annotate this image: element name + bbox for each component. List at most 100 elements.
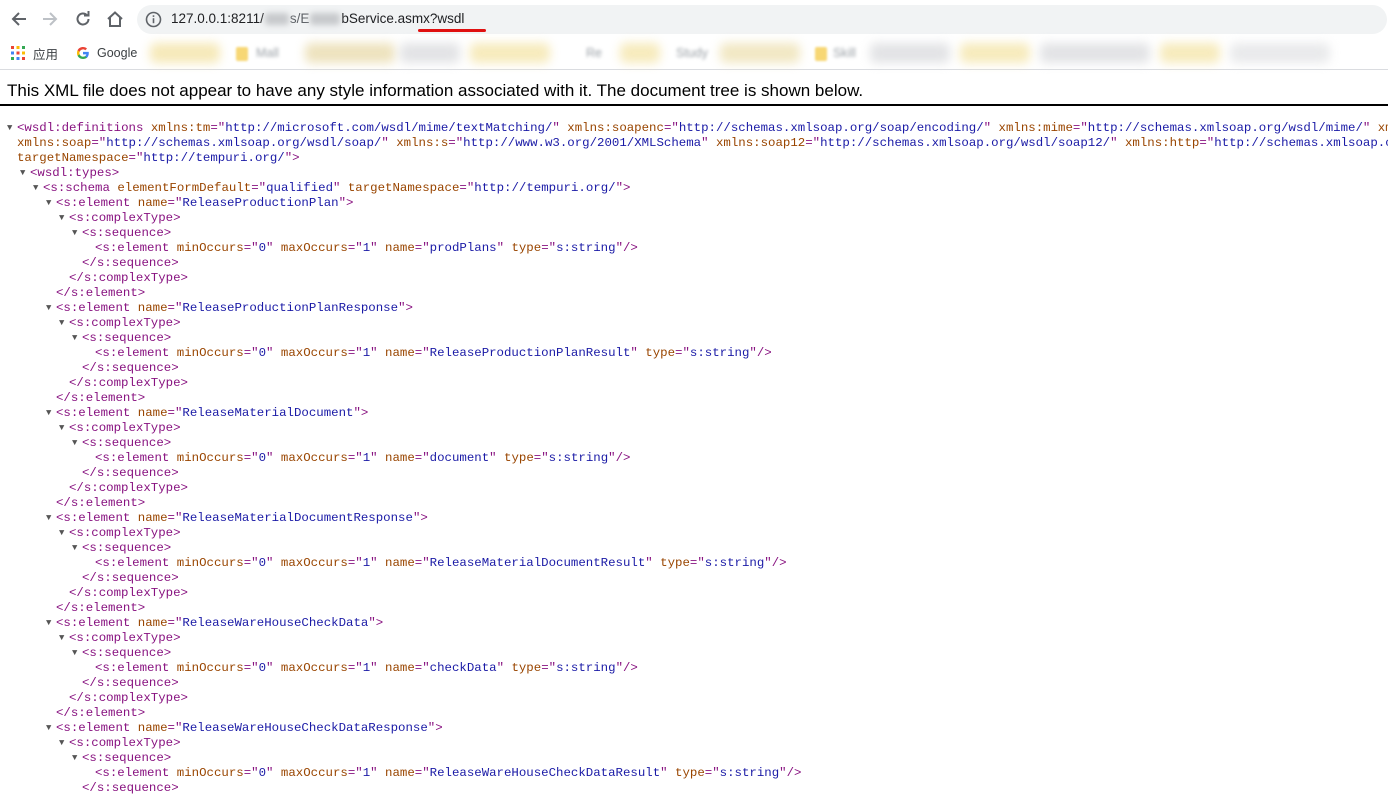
xml-punct: " xyxy=(353,406,361,420)
xml-attr-name: name xyxy=(385,766,415,780)
xml-punct: =" xyxy=(414,766,430,780)
xml-line-content: <s:complexType> xyxy=(69,631,181,646)
collapse-triangle-icon[interactable]: ▼ xyxy=(72,646,77,661)
xml-line: </s:element> xyxy=(0,391,1388,406)
url-host: 127.0.0.1:8211/ xyxy=(171,11,264,26)
collapse-triangle-icon[interactable]: ▼ xyxy=(46,301,51,316)
redacted-bookmark xyxy=(1040,43,1150,63)
xml-line: <s:element minOccurs="0" maxOccurs="1" n… xyxy=(0,451,1388,466)
xml-line: ▼ <s:sequence> xyxy=(0,436,1388,451)
xml-line-content: <s:sequence> xyxy=(82,436,171,451)
collapse-triangle-icon[interactable]: ▼ xyxy=(46,196,51,211)
bookmark-apps[interactable]: 应用 xyxy=(11,42,58,64)
xml-line-content: </s:sequence> xyxy=(82,676,179,691)
bookmark-partial-2[interactable]: Re xyxy=(586,42,602,64)
xml-line-content: </s:element> xyxy=(56,391,145,406)
xml-punct: " xyxy=(398,301,406,315)
xml-line-content: <s:element name="ReleaseMaterialDocument… xyxy=(56,511,428,526)
xml-attr-value: s:string xyxy=(689,346,750,360)
xml-punct: =" xyxy=(414,451,430,465)
xml-line-content: <s:element name="ReleaseProductionPlan"> xyxy=(56,196,353,211)
collapse-triangle-icon[interactable]: ▼ xyxy=(59,526,64,541)
xml-punct: =" xyxy=(167,196,183,210)
xml-punct: =" xyxy=(128,151,144,165)
xml-line-content: </s:sequence> xyxy=(82,571,179,586)
xml-line: ▼ <s:element name="ReleaseProductionPlanR… xyxy=(0,301,1388,316)
xml-tag-end: /> xyxy=(771,556,787,570)
collapse-triangle-icon[interactable]: ▼ xyxy=(72,331,77,346)
xml-line-content: </s:sequence> xyxy=(82,781,179,796)
xml-line: </s:sequence> xyxy=(0,466,1388,481)
collapse-triangle-icon[interactable]: ▼ xyxy=(46,721,51,736)
xml-attr-name: minOccurs xyxy=(176,556,244,570)
xml-document-tree: ▼ <wsdl:definitions xmlns:tm="http://micr… xyxy=(0,121,1388,796)
xml-attr-name: name xyxy=(137,511,168,525)
xml-attr-name: type xyxy=(660,556,690,570)
collapse-triangle-icon[interactable]: ▼ xyxy=(59,316,64,331)
xml-attr-name: maxOccurs xyxy=(280,556,348,570)
collapse-triangle-icon[interactable]: ▼ xyxy=(7,121,12,136)
collapse-triangle-icon[interactable]: ▼ xyxy=(72,436,77,451)
xml-tag-end: > xyxy=(173,211,181,225)
xml-close-tag: </s:sequence> xyxy=(82,571,179,585)
bookmark-partial-3[interactable]: Study xyxy=(676,42,708,64)
xml-line-content: <s:sequence> xyxy=(82,646,171,661)
xml-attr-name: xmlns:tm xyxy=(150,121,211,135)
xml-close-tag: </s:element> xyxy=(56,706,146,720)
apps-grid-icon xyxy=(11,46,25,60)
bookmark-partial-1[interactable]: Mall xyxy=(256,42,279,64)
collapse-triangle-icon[interactable]: ▼ xyxy=(59,421,64,436)
collapse-triangle-icon[interactable]: ▼ xyxy=(72,751,77,766)
xml-attr-value: ReleaseWareHouseCheckData xyxy=(182,616,369,630)
bookmark-apps-label: 应用 xyxy=(33,47,59,62)
info-icon[interactable] xyxy=(145,11,162,28)
bookmark-partial-4[interactable]: Skill xyxy=(833,42,856,64)
xml-punct: =" xyxy=(675,346,690,360)
xml-punct: " xyxy=(660,766,668,780)
collapse-triangle-icon[interactable]: ▼ xyxy=(46,406,51,421)
xml-punct: " xyxy=(645,556,653,570)
reload-button[interactable] xyxy=(72,8,94,30)
xml-tag-end: /> xyxy=(615,451,631,465)
bookmark-google[interactable]: Google xyxy=(76,42,137,64)
collapse-triangle-icon[interactable]: ▼ xyxy=(33,181,38,196)
xml-attr-name: type xyxy=(645,346,676,360)
collapse-triangle-icon[interactable]: ▼ xyxy=(46,616,51,631)
xml-tag: <s:element xyxy=(56,616,131,630)
home-button[interactable] xyxy=(104,8,126,30)
xml-attr-value: http://tempuri.org/ xyxy=(143,151,285,165)
xml-line: </s:element> xyxy=(0,286,1388,301)
xml-line: </s:element> xyxy=(0,601,1388,616)
collapse-triangle-icon[interactable]: ▼ xyxy=(20,166,25,181)
collapse-triangle-icon[interactable]: ▼ xyxy=(59,631,64,646)
xml-line-content: <s:complexType> xyxy=(69,421,181,436)
xml-punct: " xyxy=(333,181,341,195)
collapse-triangle-icon[interactable]: ▼ xyxy=(72,226,77,241)
collapse-triangle-icon[interactable]: ▼ xyxy=(59,211,64,226)
collapse-triangle-icon[interactable]: ▼ xyxy=(72,541,77,556)
xml-punct: " xyxy=(266,241,274,255)
collapse-triangle-icon[interactable]: ▼ xyxy=(46,511,51,526)
xml-punct: " xyxy=(370,661,378,675)
xml-attr-value: ReleaseMaterialDocumentResponse xyxy=(182,511,413,525)
xml-punct: " xyxy=(266,556,274,570)
xml-tag: <s:sequence xyxy=(82,541,164,555)
browser-toolbar: 127.0.0.1:8211/s/E bService.asmx?wsdl xyxy=(0,0,1388,38)
back-button[interactable] xyxy=(8,8,30,30)
xml-attr-value: 0 xyxy=(258,766,267,780)
xml-tag-end: > xyxy=(420,511,428,525)
xml-attr-name: maxOccurs xyxy=(280,241,348,255)
address-bar[interactable]: 127.0.0.1:8211/s/E bService.asmx?wsdl xyxy=(137,5,1387,34)
collapse-triangle-icon[interactable]: ▼ xyxy=(59,736,64,751)
redacted-bookmark xyxy=(305,43,395,63)
xml-line: </s:element> xyxy=(0,496,1388,511)
xml-line: <s:element minOccurs="0" maxOccurs="1" n… xyxy=(0,346,1388,361)
xml-punct: =" xyxy=(167,406,183,420)
xml-line-content: <s:element minOccurs="0" maxOccurs="1" n… xyxy=(95,241,638,256)
xml-attr-value: http://schemas.xmlsoap.org/wsdl/soap12/ xyxy=(820,136,1111,150)
xml-punct: " xyxy=(370,766,378,780)
forward-button[interactable] xyxy=(39,8,61,30)
url-text[interactable]: 127.0.0.1:8211/s/E bService.asmx?wsdl xyxy=(171,11,464,26)
xml-attr-value: http://schemas.xmlsoap.org/wsdl/mime/ xyxy=(1087,121,1363,135)
xml-attr-name: maxOccurs xyxy=(280,346,348,360)
